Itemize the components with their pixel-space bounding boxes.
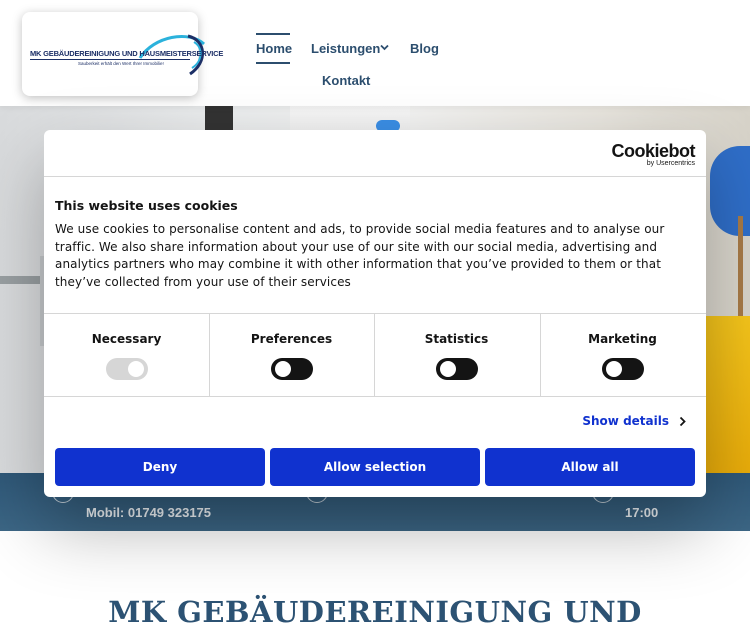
site-header: MK GEBÄUDEREINIGUNG UND HAUSMEISTERSERVI…: [0, 0, 750, 106]
logo-divider: [30, 59, 190, 60]
show-details-label: Show details: [582, 414, 669, 428]
site-logo[interactable]: MK GEBÄUDEREINIGUNG UND HAUSMEISTERSERVI…: [22, 12, 223, 96]
preferences-toggle[interactable]: [271, 358, 313, 380]
nav-kontakt[interactable]: Kontakt: [322, 73, 370, 88]
necessary-toggle: [106, 358, 148, 380]
category-marketing: Marketing: [540, 314, 705, 396]
category-necessary: Necessary: [44, 314, 209, 396]
statistics-toggle[interactable]: [436, 358, 478, 380]
category-statistics: Statistics: [374, 314, 539, 396]
category-label: Marketing: [588, 332, 657, 346]
nav-leistungen[interactable]: Leistungen: [311, 41, 380, 56]
cookie-description: We use cookies to personalise content an…: [55, 222, 665, 289]
hero-blue-object: [710, 146, 750, 236]
toggle-knob: [606, 361, 622, 377]
allow-all-button[interactable]: Allow all: [485, 448, 695, 486]
nav-blog[interactable]: Blog: [410, 41, 439, 56]
dialog-divider: [44, 176, 706, 177]
logo-tagline: Sauberkeit erhält den Wert Ihrer Immobil…: [78, 61, 164, 66]
category-label: Preferences: [250, 332, 333, 346]
nav-home-underline-top: [256, 33, 290, 35]
nav-home[interactable]: Home: [256, 41, 292, 56]
opening-hours: 17:00: [625, 505, 659, 520]
nav-home-underline: [256, 62, 290, 64]
category-label: Necessary: [91, 332, 162, 346]
allow-selection-button[interactable]: Allow selection: [270, 448, 480, 486]
chevron-right-icon: [679, 416, 686, 426]
chevron-down-icon[interactable]: [380, 44, 389, 51]
cookiebot-logo[interactable]: Cookiebot by Usercentrics: [612, 141, 696, 167]
hero-post: [738, 216, 743, 316]
toggle-knob: [440, 361, 456, 377]
toggle-knob: [128, 361, 144, 377]
category-label: Statistics: [424, 332, 489, 346]
page-title: MK GEBÄUDEREINIGUNG UND: [108, 595, 642, 628]
phone-number[interactable]: Mobil: 01749 323175: [86, 505, 211, 520]
cookie-consent-dialog: Cookiebot by Usercentrics This website u…: [44, 130, 706, 497]
toggle-knob: [275, 361, 291, 377]
category-preferences: Preferences: [209, 314, 374, 396]
show-details-link[interactable]: Show details: [582, 414, 686, 428]
logo-title: MK GEBÄUDEREINIGUNG UND HAUSMEISTERSERVI…: [30, 49, 224, 58]
deny-button[interactable]: Deny: [55, 448, 265, 486]
categories-divider-bottom: [44, 396, 706, 397]
cookie-title: This website uses cookies: [55, 198, 238, 213]
cookiebot-brand: Cookiebot: [611, 141, 696, 161]
marketing-toggle[interactable]: [602, 358, 644, 380]
